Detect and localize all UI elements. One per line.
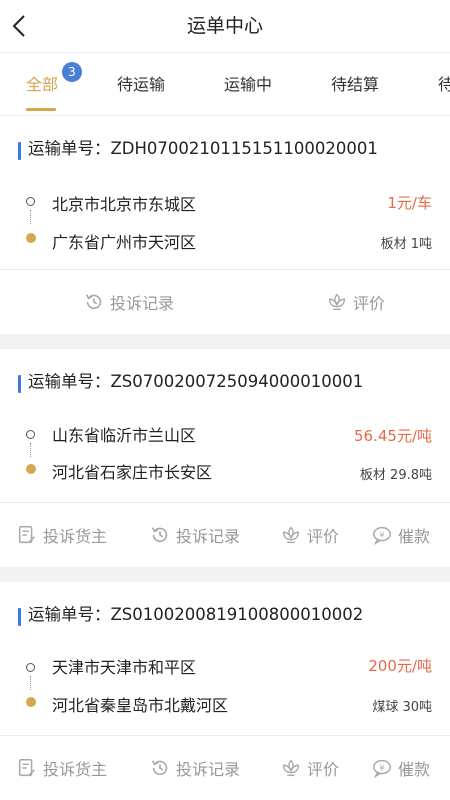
action-label: 投诉记录 [176,527,241,546]
complain-shipper-button[interactable]: 投诉货主 [16,736,107,800]
action-label: 评价 [353,294,386,313]
tab-count-badge: 3 [62,62,82,82]
destination-address: 河北省秦皇岛市北戴河区 [52,696,229,715]
order-number: 运输单号：ZS0100200819100800010002 [28,605,364,624]
destination-dot-icon [26,697,36,707]
yen-bubble-icon: ¥ [373,526,391,546]
history-icon [85,294,102,310]
history-icon [151,527,168,543]
complaint-records-button[interactable]: 投诉记录 [149,736,240,800]
order-accent-bar [18,142,21,160]
review-button[interactable]: 评价 [280,503,339,567]
cargo-info: 煤球 30吨 [372,700,432,715]
cargo-info: 板材 29.8吨 [359,468,432,483]
origin-dot-icon [26,663,35,672]
order-number: 运输单号：ZDH0700210115151100020001 [28,139,378,158]
card-actions: 投诉记录 评价 [0,270,450,334]
tab-label: 运输中 [224,75,273,94]
route-connector [30,443,31,457]
complaint-records-button[interactable]: 投诉记录 [149,503,240,567]
action-label: 评价 [307,760,340,779]
order-accent-bar [18,608,21,626]
card-actions: 投诉货主 投诉记录 评价 ¥ 催款 [0,736,450,800]
tab-all[interactable]: 全部 [26,53,58,115]
order-card[interactable]: 运输单号：ZDH0700210115151100020001 北京市北京市东城区… [0,116,450,334]
lotus-icon [282,526,300,544]
action-label: 投诉记录 [110,294,175,313]
tab-label: 待结算 [331,75,380,94]
tab-label: 全部 [26,75,59,94]
action-label: 投诉记录 [176,760,241,779]
payment-reminder-button[interactable]: ¥ 催款 [371,736,430,800]
tab-pending-settlement[interactable]: 待结算 [331,53,379,115]
svg-text:¥: ¥ [379,529,384,539]
action-label: 评价 [307,527,340,546]
order-accent-bar [18,375,21,393]
order-card[interactable]: 运输单号：ZS0700200725094000010001 山东省临沂市兰山区 … [0,349,450,567]
yen-bubble-icon: ¥ [373,759,391,779]
action-label: 投诉货主 [43,527,108,546]
card-actions: 投诉货主 投诉记录 评价 ¥ 催款 [0,503,450,567]
order-number-row: 运输单号：ZS0700200725094000010001 [0,349,450,411]
document-edit-icon [18,525,35,544]
complaint-records-button[interactable]: 投诉记录 [83,270,174,334]
complain-shipper-button[interactable]: 投诉货主 [16,503,107,567]
route-connector [30,676,31,690]
origin-address: 北京市北京市东城区 [52,195,197,214]
route-connector [30,210,31,224]
tab-label: 待运输 [117,75,166,94]
lotus-icon [328,293,346,311]
tab-in-transit[interactable]: 运输中 [224,53,272,115]
freight-price: 1元/车 [387,194,432,212]
freight-price: 56.45元/吨 [354,427,432,445]
page-title: 运单中心 [186,15,263,37]
svg-text:¥: ¥ [379,762,384,772]
active-tab-indicator [26,108,56,111]
origin-dot-icon [26,430,35,439]
order-card[interactable]: 运输单号：ZS0100200819100800010002 天津市天津市和平区 … [0,582,450,800]
review-button[interactable]: 评价 [326,270,385,334]
destination-dot-icon [26,464,36,474]
review-button[interactable]: 评价 [280,736,339,800]
document-edit-icon [18,758,35,777]
action-label: 投诉货主 [43,760,108,779]
tab-pending-transport[interactable]: 待运输 [117,53,165,115]
origin-address: 天津市天津市和平区 [52,658,197,677]
destination-address: 河北省石家庄市长安区 [52,463,213,482]
origin-address: 山东省临沂市兰山区 [52,426,197,445]
nav-bar: 运单中心 [0,0,450,53]
lotus-icon [282,759,300,777]
action-label: 催款 [398,760,431,779]
destination-address: 广东省广州市天河区 [52,233,197,252]
payment-reminder-button[interactable]: ¥ 催款 [371,503,430,567]
origin-dot-icon [26,197,35,206]
destination-dot-icon [26,233,36,243]
tab-label: 待 [438,75,450,94]
cargo-info: 板材 1吨 [380,237,432,252]
action-label: 催款 [398,527,431,546]
tab-more[interactable]: 待 [438,53,450,115]
order-number-row: 运输单号：ZS0100200819100800010002 [0,582,450,644]
order-number: 运输单号：ZS0700200725094000010001 [28,372,364,391]
history-icon [151,760,168,776]
order-number-row: 运输单号：ZDH0700210115151100020001 [0,116,450,178]
freight-price: 200元/吨 [368,657,432,675]
